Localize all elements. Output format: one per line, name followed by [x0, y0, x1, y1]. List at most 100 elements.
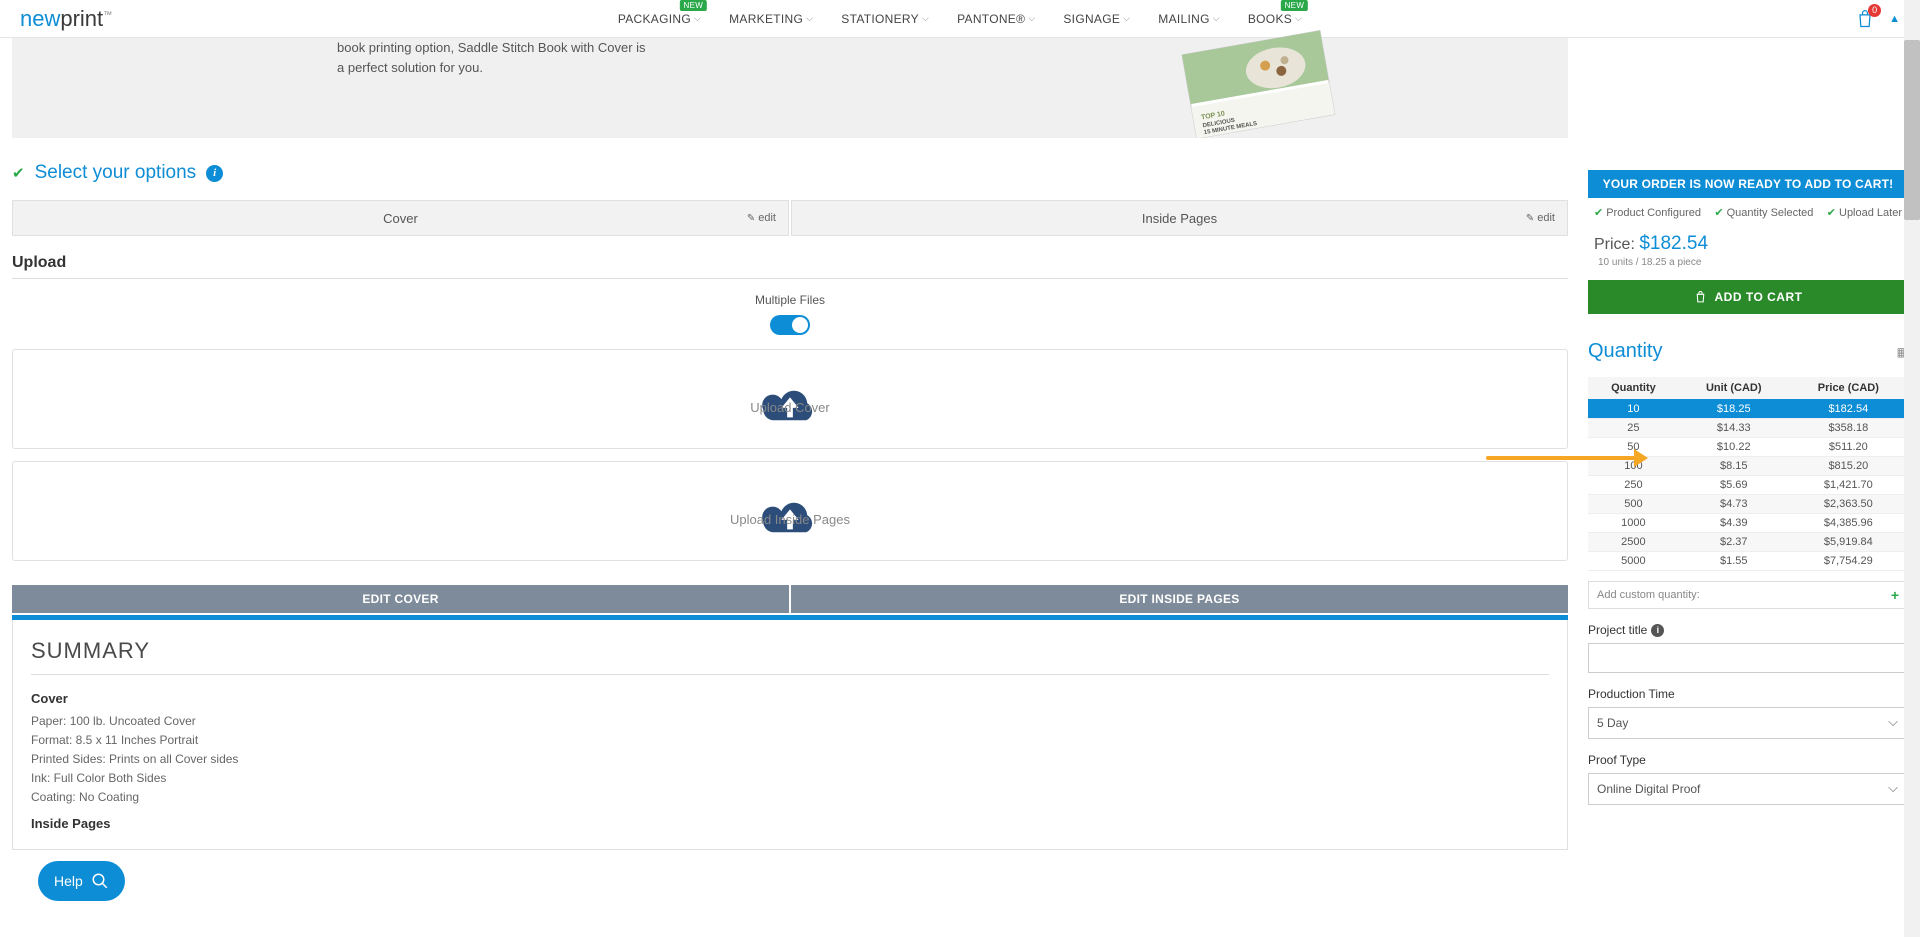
toggle-knob	[792, 317, 808, 333]
bag-icon	[1694, 290, 1707, 304]
custom-quantity-placeholder: Add custom quantity:	[1597, 589, 1700, 601]
section-title: ✔ Select your options i	[12, 162, 1568, 184]
summary-line: Printed Sides: Prints on all Cover sides	[31, 752, 1549, 766]
chevron-down-icon: ⌵	[806, 13, 813, 24]
chevron-down-icon: ⌵	[1295, 13, 1302, 24]
new-badge: NEW	[1281, 0, 1309, 11]
pencil-icon: ✎	[1526, 213, 1534, 224]
tab-cover[interactable]: Cover ✎edit	[12, 200, 789, 236]
chevron-down-icon: ⌵	[694, 13, 701, 24]
order-panel: YOUR ORDER IS NOW READY TO ADD TO CART! …	[1588, 38, 1908, 850]
edit-cover-button[interactable]: EDIT COVER	[12, 585, 789, 613]
upload-inside-text: Upload Inside Pages	[730, 512, 850, 527]
qty-header-quantity: Quantity	[1588, 377, 1679, 400]
pencil-icon: ✎	[747, 213, 755, 224]
info-icon[interactable]: i	[1651, 624, 1664, 637]
cart-badge: 0	[1868, 4, 1881, 17]
quantity-row[interactable]: 10$18.25$182.54	[1588, 400, 1908, 419]
hero-text: book printing option, Saddle Stitch Book…	[337, 38, 647, 78]
status-upload: ✔Upload Later	[1827, 206, 1902, 219]
logo[interactable]: newprint™	[20, 6, 112, 32]
nav-item-stationery[interactable]: STATIONERY⌵	[841, 12, 929, 26]
scroll-top-icon[interactable]: ▲	[1889, 13, 1900, 25]
chevron-down-icon: ⌵	[1123, 13, 1130, 24]
divider	[31, 674, 1549, 675]
cart-area: 0 ▲	[1855, 8, 1900, 30]
arrow-indicator	[1486, 456, 1636, 460]
plus-icon[interactable]: +	[1891, 587, 1899, 603]
qty-header-price: Price (CAD)	[1789, 377, 1908, 400]
upload-cover-dropzone[interactable]: Upload Cover	[12, 349, 1568, 449]
logo-tm: ™	[103, 9, 112, 19]
summary-line: Coating: No Coating	[31, 790, 1549, 804]
chevron-down-icon: ⌵	[1213, 13, 1220, 24]
quantity-row[interactable]: 500$4.73$2,363.50	[1588, 495, 1908, 514]
option-tabs: Cover ✎edit Inside Pages ✎edit	[12, 200, 1568, 236]
qty-header-unit: Unit (CAD)	[1679, 377, 1789, 400]
upload-inside-dropzone[interactable]: Upload Inside Pages	[12, 461, 1568, 561]
search-icon	[91, 872, 109, 890]
quantity-row[interactable]: 5000$1.55$7,754.29	[1588, 552, 1908, 571]
check-icon: ✔	[1594, 207, 1603, 219]
order-ready-bar: YOUR ORDER IS NOW READY TO ADD TO CART!	[1588, 170, 1908, 198]
quantity-table: Quantity Unit (CAD) Price (CAD) 10$18.25…	[1588, 377, 1908, 571]
edit-inside-button[interactable]: EDIT INSIDE PAGES	[791, 585, 1568, 613]
status-quantity: ✔Quantity Selected	[1714, 206, 1813, 219]
summary-line: Format: 8.5 x 11 Inches Portrait	[31, 733, 1549, 747]
nav-item-packaging[interactable]: PACKAGING⌵NEW	[618, 12, 701, 26]
tab-inside[interactable]: Inside Pages ✎edit	[791, 200, 1568, 236]
add-to-cart-button[interactable]: ADD TO CART	[1588, 280, 1908, 314]
price-row: Price: $182.54	[1588, 233, 1908, 255]
price-sub: 10 units / 18.25 a piece	[1588, 257, 1908, 268]
multiple-files-toggle[interactable]	[770, 315, 810, 335]
upload-cover-text: Upload Cover	[750, 400, 830, 415]
scrollbar-thumb[interactable]	[1904, 40, 1920, 220]
nav-item-pantone[interactable]: PANTONE®⌵	[957, 12, 1035, 26]
nav-item-mailing[interactable]: MAILING⌵	[1158, 12, 1220, 26]
help-label: Help	[54, 873, 83, 889]
info-icon[interactable]: i	[206, 165, 223, 182]
proof-type-select[interactable]: Online Digital Proof	[1588, 773, 1908, 805]
quantity-row[interactable]: 1000$4.39$4,385.96	[1588, 514, 1908, 533]
quantity-row[interactable]: 250$5.69$1,421.70	[1588, 476, 1908, 495]
nav-item-marketing[interactable]: MARKETING⌵	[729, 12, 813, 26]
tab-cover-edit[interactable]: ✎edit	[747, 212, 776, 224]
quantity-header: Quantity ▦	[1588, 340, 1908, 363]
cart-icon[interactable]: 0	[1855, 8, 1875, 30]
price-value: $182.54	[1639, 233, 1708, 254]
logo-blue: new	[20, 6, 60, 31]
tab-inside-edit[interactable]: ✎edit	[1526, 212, 1555, 224]
tab-cover-label: Cover	[383, 211, 418, 226]
custom-quantity-input[interactable]: Add custom quantity: +	[1588, 581, 1908, 609]
new-badge: NEW	[680, 0, 708, 11]
summary-line: Paper: 100 lb. Uncoated Cover	[31, 714, 1549, 728]
check-icon: ✔	[12, 164, 25, 182]
upload-heading: Upload	[12, 254, 1568, 272]
logo-dark: print	[60, 6, 103, 31]
summary-line: Ink: Full Color Both Sides	[31, 771, 1549, 785]
proof-type-label: Proof Type	[1588, 753, 1908, 767]
quantity-title: Quantity	[1588, 340, 1662, 363]
nav-item-signage[interactable]: SIGNAGE⌵	[1063, 12, 1130, 26]
divider	[12, 278, 1568, 279]
nav-item-books[interactable]: BOOKS⌵NEW	[1248, 12, 1302, 26]
summary-box: SUMMARY Cover Paper: 100 lb. Uncoated Co…	[12, 620, 1568, 850]
production-time-select[interactable]: 5 Day	[1588, 707, 1908, 739]
hero-banner: book printing option, Saddle Stitch Book…	[12, 38, 1568, 138]
edit-buttons-row: EDIT COVER EDIT INSIDE PAGES	[12, 585, 1568, 613]
tab-inside-label: Inside Pages	[1142, 211, 1217, 226]
status-row: ✔Product Configured ✔Quantity Selected ✔…	[1588, 198, 1908, 233]
summary-inside-heading: Inside Pages	[31, 816, 1549, 831]
add-to-cart-label: ADD TO CART	[1715, 290, 1803, 304]
section-title-text: Select your options	[35, 162, 197, 184]
summary-title: SUMMARY	[31, 638, 1549, 664]
chevron-down-icon: ⌵	[1028, 13, 1035, 24]
status-configured: ✔Product Configured	[1594, 206, 1701, 219]
main-nav: PACKAGING⌵NEW MARKETING⌵ STATIONERY⌵ PANTON…	[618, 12, 1302, 26]
project-title-input[interactable]	[1588, 643, 1908, 673]
check-icon: ✔	[1714, 207, 1723, 219]
scrollbar[interactable]	[1904, 0, 1920, 937]
quantity-row[interactable]: 25$14.33$358.18	[1588, 419, 1908, 438]
help-button[interactable]: Help	[38, 861, 125, 901]
quantity-row[interactable]: 2500$2.37$5,919.84	[1588, 533, 1908, 552]
